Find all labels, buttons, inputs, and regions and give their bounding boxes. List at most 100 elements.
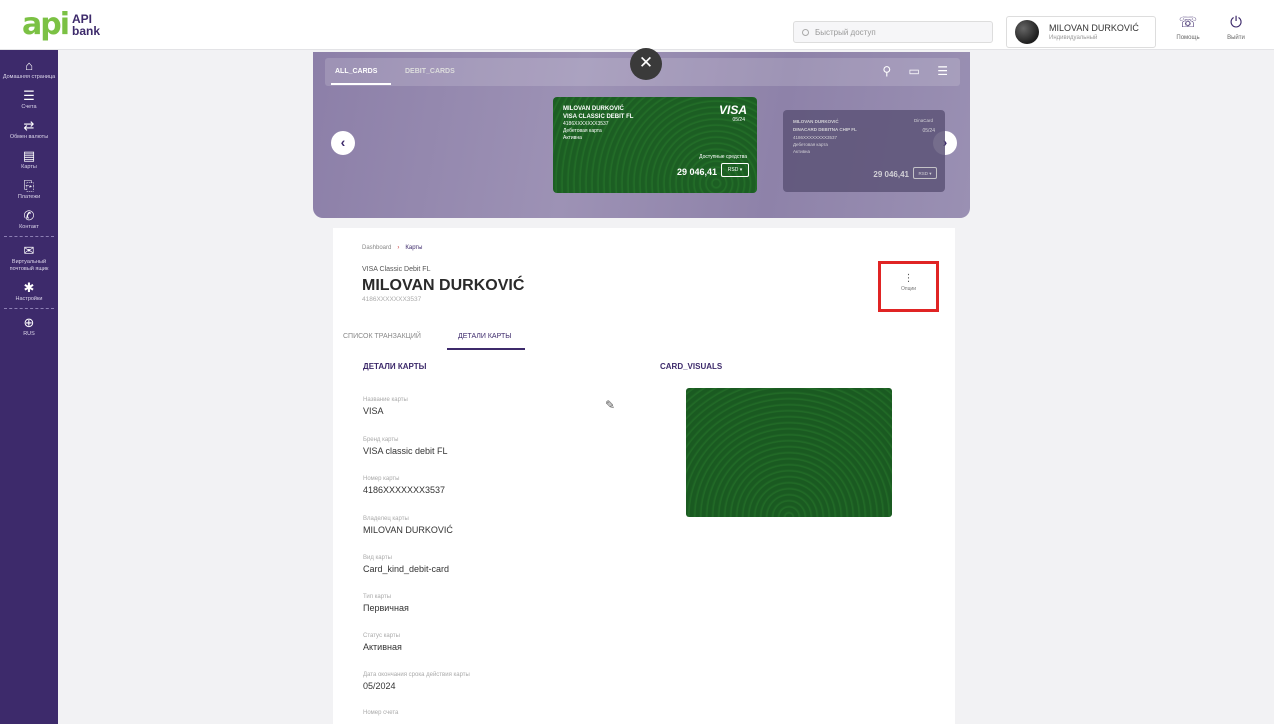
card-kind: Дебетовая карта — [793, 142, 828, 147]
close-icon: ✕ — [638, 53, 654, 72]
field-label: Номер счета — [363, 710, 399, 716]
card-number-subtitle: 4186XXXXXXX3537 — [362, 296, 422, 303]
dinacard-logo: DinaCard — [913, 118, 933, 123]
tab-transactions[interactable]: СПИСОК ТРАНЗАКЦИЙ — [343, 333, 421, 340]
field-label: Номер карты — [363, 476, 400, 482]
breadcrumb-separator: › — [397, 245, 400, 251]
sidebar-item-exchange[interactable]: ⇄ Обмен валюты — [0, 114, 58, 144]
sidebar-item-label: Настройки — [15, 296, 43, 302]
list-view-icon[interactable]: ☰ — [937, 64, 948, 78]
card-number: 4186XXXXXXX3537 — [563, 121, 609, 127]
field-value: Активная — [363, 642, 402, 652]
field-label: Бренд карты — [363, 437, 399, 443]
power-icon: ⏻ — [1230, 14, 1242, 31]
currency-select[interactable]: RSD ▾ — [721, 163, 749, 177]
currency-value: RSD — [918, 171, 928, 176]
sidebar-item-accounts[interactable]: ☰ Счета — [0, 84, 58, 114]
visa-logo: VISA — [718, 103, 747, 117]
card-visual-image — [686, 388, 892, 517]
sidebar-divider — [4, 308, 54, 309]
sidebar-item-home[interactable]: ⌂ Домашняя страница — [0, 54, 58, 84]
card-number: 4186XXXXXXXX3537 — [793, 135, 838, 140]
card-main[interactable]: MILOVAN DURKOVIĆ VISA CLASSIC DEBIT FL 4… — [553, 97, 757, 193]
options-button[interactable]: ⋮ Опции — [878, 261, 939, 312]
logout-button[interactable]: ⏻ Выйти — [1220, 14, 1252, 41]
logout-label: Выйти — [1227, 35, 1245, 41]
sidebar: ⌂ Домашняя страница ☰ Счета ⇄ Обмен валю… — [0, 50, 58, 724]
sidebar-item-label: Контакт — [19, 224, 39, 230]
field-value: Card_kind_debit-card — [363, 564, 450, 574]
sidebar-item-language[interactable]: ⊕ RUS — [0, 311, 58, 341]
tab-all-cards[interactable]: ALL_CARDS — [335, 68, 377, 75]
breadcrumb-cards[interactable]: Карты — [405, 245, 422, 251]
carousel-prev-button[interactable]: ‹ — [331, 131, 355, 155]
currency-value: RSD — [727, 167, 739, 173]
card-view-icon[interactable]: ▭ — [909, 64, 920, 78]
card-expiry: 05/24 — [732, 117, 745, 123]
avatar — [1015, 20, 1039, 44]
card-secondary[interactable]: DinaCard MILOVAN DURKOVIĆ DINACARD DEBIT… — [783, 110, 945, 192]
breadcrumb-dashboard[interactable]: Dashboard — [362, 245, 391, 251]
search-icon[interactable]: ⚲ — [882, 64, 891, 78]
card-type: VISA Classic Debit FL — [362, 266, 431, 273]
tab-debit-cards[interactable]: DEBIT_CARDS — [405, 68, 455, 75]
options-label: Опции — [900, 286, 917, 292]
card-details-panel: Dashboard › Карты VISA Classic Debit FL MI… — [333, 228, 955, 724]
sidebar-item-label: Виртуальный почтовый ящик — [9, 259, 49, 272]
currency-select[interactable]: RSD ▾ — [913, 167, 937, 179]
payments-icon: ⎘ — [23, 178, 35, 193]
quick-access-search[interactable]: Быстрый доступ — [793, 21, 993, 43]
field-value: Первичная — [363, 603, 409, 613]
help-button[interactable]: ☏ Помощь — [1172, 14, 1204, 41]
card-balance: 29 046,41 — [676, 167, 717, 177]
sidebar-item-label: Платежи — [17, 194, 41, 200]
sidebar-divider — [4, 236, 54, 237]
logo-mark: api — [22, 7, 70, 42]
field-card-brand: Бренд карты VISA classic debit FL — [363, 437, 448, 456]
sidebar-item-cards[interactable]: ▤ Карты — [0, 144, 58, 174]
edit-name-button[interactable]: ✎ — [605, 398, 615, 412]
logo[interactable]: api API bank — [22, 7, 100, 42]
field-value: MILOVAN DURKOVIĆ — [363, 525, 453, 535]
card-status: Активна — [793, 149, 810, 154]
sidebar-item-settings[interactable]: ✱ Настройки — [0, 276, 58, 306]
card-balance: 29 046,41 — [873, 170, 909, 179]
search-placeholder: Быстрый доступ — [815, 27, 876, 37]
close-button[interactable]: ✕ — [630, 48, 662, 80]
help-label: Помощь — [1176, 35, 1200, 41]
card-expiry: 05/24 — [922, 128, 935, 134]
sidebar-item-payments[interactable]: ⎘ Платежи — [0, 174, 58, 204]
globe-icon: ⊕ — [23, 315, 35, 330]
active-tab-underline — [331, 83, 391, 85]
logo-line2: bank — [72, 24, 101, 38]
field-label: Дата окончания срока действия карты — [363, 672, 470, 678]
user-profile[interactable]: MILOVAN DURKOVIĆ Индивидуальный — [1006, 16, 1156, 48]
tab-card-details[interactable]: ДЕТАЛИ КАРТЫ — [458, 333, 511, 340]
cards-icon: ▤ — [22, 148, 36, 163]
sidebar-item-label: Счета — [21, 104, 37, 110]
logo-text: API bank — [72, 13, 100, 37]
field-label: Название карты — [363, 397, 408, 403]
card-status: Активна — [563, 135, 582, 141]
kebab-icon: ⋮ — [903, 273, 914, 284]
field-value: VISA — [363, 406, 384, 416]
field-label: Тип карты — [363, 594, 392, 600]
contact-icon: ✆ — [23, 208, 35, 223]
chevron-left-icon: ‹ — [340, 134, 346, 150]
carousel-view-icons: ⚲ ▭ ☰ — [868, 64, 948, 78]
field-expiry-date: Дата окончания срока действия карты 05/2… — [363, 672, 470, 691]
active-tab-underline — [447, 348, 525, 350]
list-icon: ☰ — [23, 88, 35, 103]
card-details-heading: ДЕТАЛИ КАРТЫ — [363, 362, 427, 371]
pencil-icon: ✎ — [605, 398, 616, 412]
sidebar-item-contact[interactable]: ✆ Контакт — [0, 204, 58, 234]
card-product: DINACARD DEBITNA CHIP FL — [793, 127, 857, 132]
field-value: 4186XXXXXXX3537 — [363, 485, 446, 495]
page-title: MILOVAN DURKOVIĆ — [362, 277, 525, 294]
mail-icon: ✉ — [23, 243, 35, 258]
sidebar-item-mailbox[interactable]: ✉ Виртуальный почтовый ящик — [0, 239, 58, 276]
top-bar: api API bank Быстрый доступ MILOVAN DURK… — [0, 0, 1274, 50]
field-value: 05/2024 — [363, 681, 396, 691]
sidebar-item-label: Карты — [21, 164, 37, 170]
details-tabs: СПИСОК ТРАНЗАКЦИЙ ДЕТАЛИ КАРТЫ — [333, 328, 955, 352]
